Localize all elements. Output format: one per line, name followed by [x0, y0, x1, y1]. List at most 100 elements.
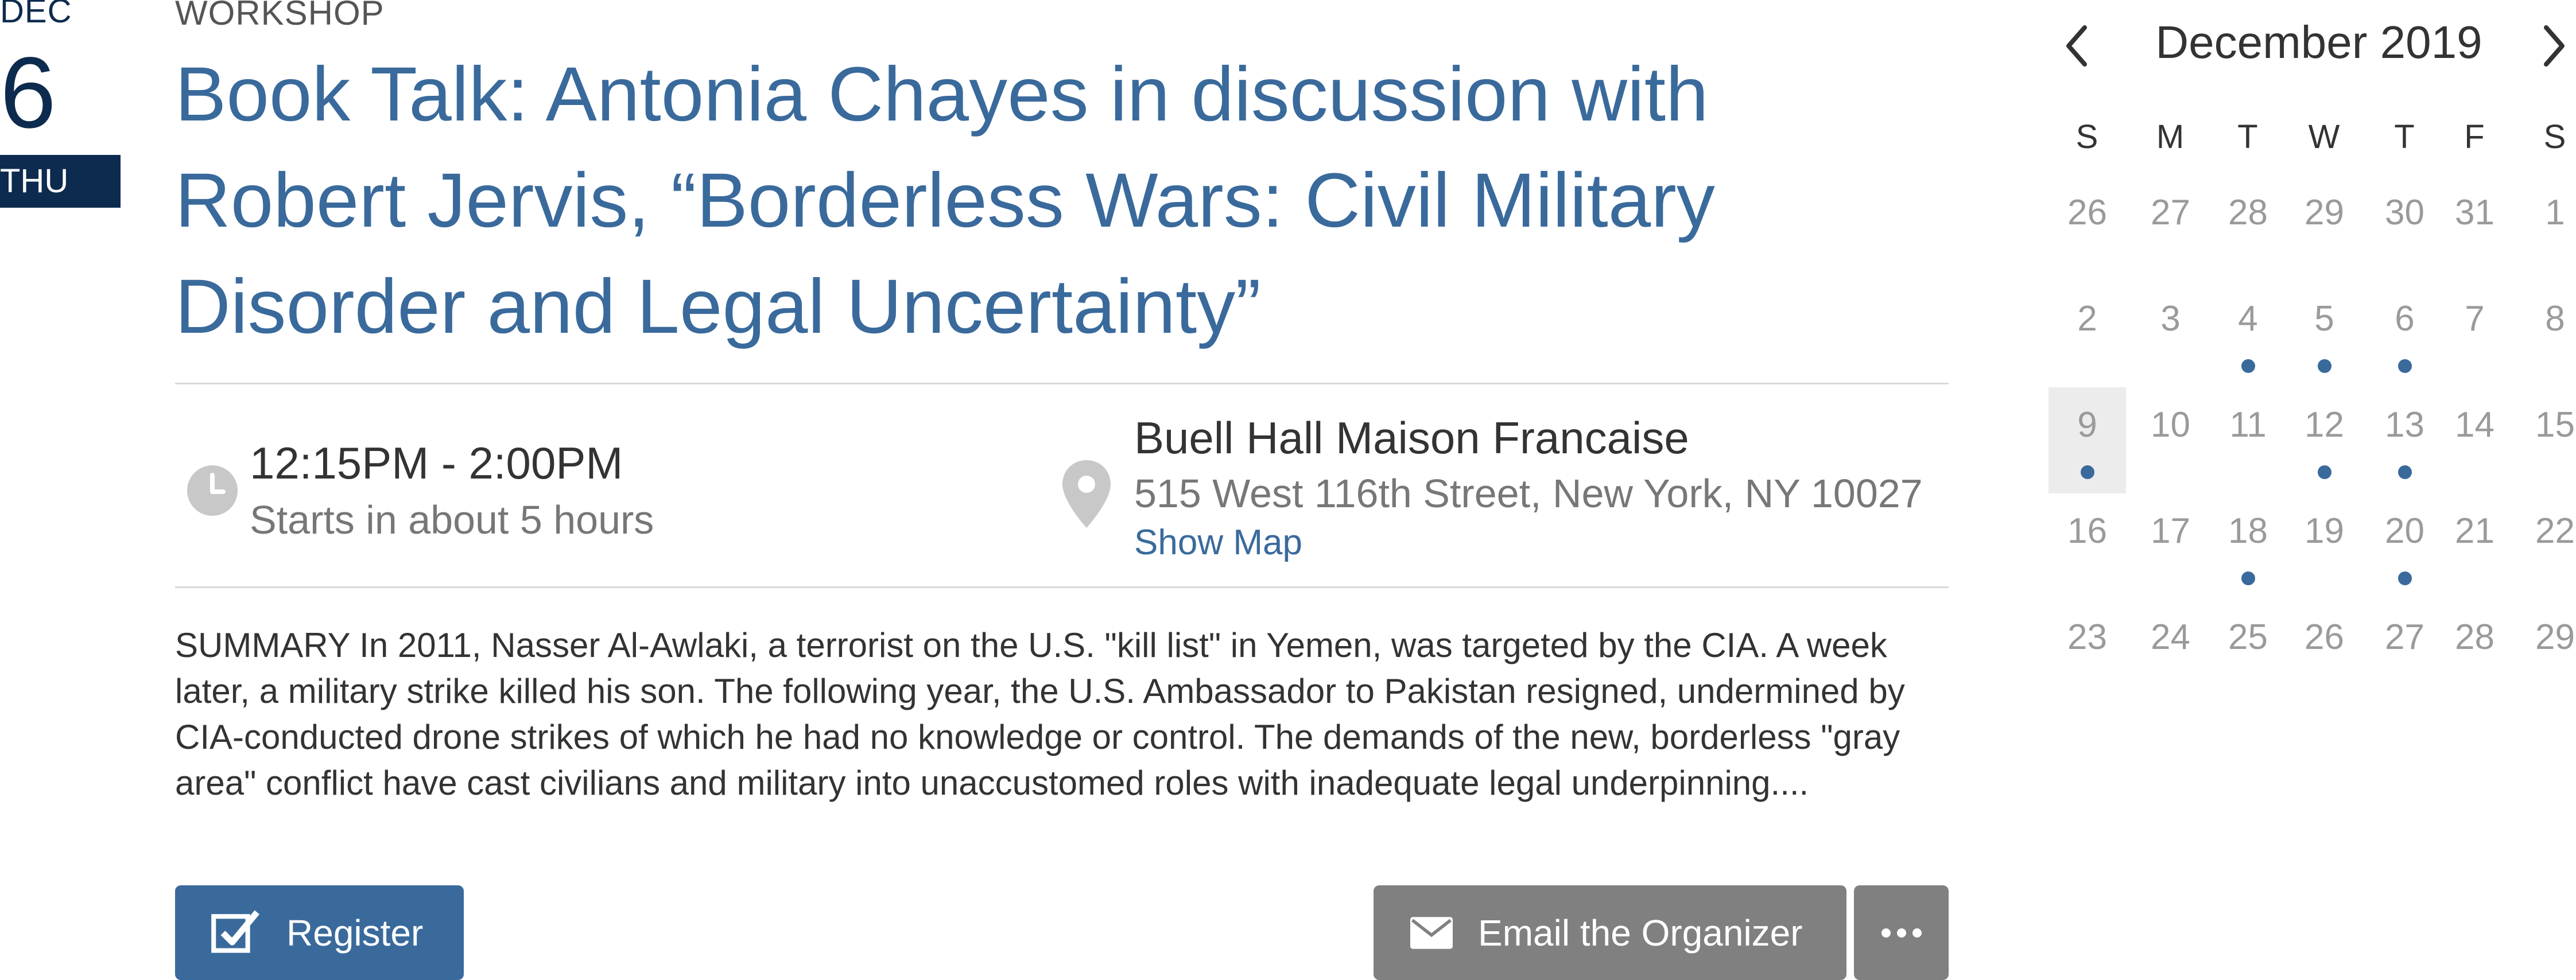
calendar-weekday: T [2394, 118, 2415, 155]
show-map-link[interactable]: Show Map [1134, 522, 1302, 563]
calendar-day-number: 18 [2228, 511, 2268, 551]
calendar-day[interactable]: 31 [2436, 175, 2513, 281]
event-weekday: THU [0, 155, 121, 208]
calendar-day[interactable]: 12 [2286, 387, 2363, 493]
email-label: Email the Organizer [1478, 912, 1803, 954]
calendar-day[interactable]: 14 [2436, 387, 2513, 493]
calendar-day-number: 25 [2228, 617, 2268, 657]
calendar-day[interactable]: 2 [2049, 281, 2126, 387]
calendar-day[interactable]: 30 [2366, 175, 2443, 281]
more-dots-icon [1881, 928, 1922, 938]
calendar-day-number: 9 [2077, 405, 2097, 445]
calendar-day[interactable]: 29 [2286, 175, 2363, 281]
calendar-day[interactable]: 6 [2366, 281, 2443, 387]
calendar-day-number: 1 [2545, 193, 2565, 232]
calendar-day[interactable]: 10 [2132, 387, 2209, 493]
calendar-day-number: 5 [2314, 299, 2334, 339]
envelope-icon [1410, 916, 1453, 949]
calendar-day[interactable]: 1 [2516, 175, 2576, 281]
clock-icon [187, 465, 238, 516]
calendar-day[interactable]: 9 [2049, 387, 2126, 493]
calendar-day-number: 21 [2455, 511, 2494, 551]
event-indicator-dot [2398, 571, 2412, 585]
calendar-day[interactable]: 25 [2209, 600, 2287, 706]
calendar-day-number: 13 [2385, 405, 2424, 445]
calendar-day-number: 20 [2385, 511, 2424, 551]
calendar-day-number: 10 [2151, 405, 2190, 445]
calendar-day-number: 22 [2535, 511, 2575, 551]
calendar-day[interactable]: 8 [2516, 281, 2576, 387]
calendar-day[interactable]: 28 [2209, 175, 2287, 281]
calendar-day-number: 8 [2545, 299, 2565, 339]
calendar-day-number: 12 [2305, 405, 2344, 445]
event-venue: Buell Hall Maison Francaise [1134, 413, 1689, 463]
calendar-day[interactable]: 16 [2049, 493, 2126, 600]
event-time-relative: Starts in about 5 hours [250, 497, 654, 542]
event-indicator-dot [2398, 465, 2412, 479]
calendar-day[interactable]: 17 [2132, 493, 2209, 600]
calendar-weekday: F [2464, 118, 2485, 155]
calendar-weekday: S [2543, 118, 2566, 155]
calendar-day-number: 30 [2385, 193, 2424, 232]
calendar-day-number: 4 [2238, 299, 2258, 339]
checkbox-icon [211, 910, 259, 953]
calendar-day[interactable]: 21 [2436, 493, 2513, 600]
calendar-day[interactable]: 26 [2286, 600, 2363, 706]
calendar-day-number: 3 [2160, 299, 2181, 339]
calendar-day[interactable]: 7 [2436, 281, 2513, 387]
event-indicator-dot [2081, 465, 2094, 479]
calendar-prev-chevron-icon[interactable] [2061, 23, 2095, 69]
calendar-weekday: T [2237, 118, 2258, 155]
calendar-day-number: 14 [2455, 405, 2494, 445]
calendar-weekday: M [2156, 118, 2185, 155]
calendar-day[interactable]: 15 [2516, 387, 2576, 493]
more-options-button[interactable] [1854, 885, 1949, 980]
calendar-day-number: 29 [2535, 617, 2575, 657]
calendar-day[interactable]: 3 [2132, 281, 2209, 387]
event-indicator-dot [2241, 359, 2255, 373]
calendar-day[interactable]: 11 [2209, 387, 2287, 493]
calendar-weekday: W [2308, 118, 2340, 155]
calendar-day-number: 2 [2077, 299, 2097, 339]
event-month: DEC [0, 0, 72, 30]
calendar-day-number: 31 [2455, 193, 2494, 232]
event-summary: SUMMARY In 2011, Nasser Al-Awlaki, a ter… [175, 626, 1905, 802]
event-time-range: 12:15PM - 2:00PM [250, 438, 623, 488]
calendar-day-number: 29 [2305, 193, 2344, 232]
calendar-day[interactable]: 4 [2209, 281, 2287, 387]
calendar-day[interactable]: 13 [2366, 387, 2443, 493]
calendar-day-number: 23 [2067, 617, 2107, 657]
calendar-day[interactable]: 5 [2286, 281, 2363, 387]
event-indicator-dot [2318, 359, 2331, 373]
event-category: WORKSHOP [175, 0, 385, 32]
calendar-day[interactable]: 22 [2516, 493, 2576, 600]
calendar-next-chevron-icon[interactable] [2536, 23, 2570, 69]
event-indicator-dot [2241, 571, 2255, 585]
event-address: 515 West 116th Street, New York, NY 1002… [1134, 471, 1923, 516]
calendar-day[interactable]: 18 [2209, 493, 2287, 600]
calendar-day-number: 27 [2151, 193, 2190, 232]
register-button[interactable]: Register [175, 885, 464, 980]
calendar-day[interactable]: 19 [2286, 493, 2363, 600]
event-title: Book Talk: Antonia Chayes in discussion … [175, 52, 1715, 349]
calendar-day[interactable]: 29 [2516, 600, 2576, 706]
calendar-day[interactable]: 24 [2132, 600, 2209, 706]
calendar-day-number: 15 [2535, 405, 2575, 445]
email-organizer-button[interactable]: Email the Organizer [1374, 885, 1846, 980]
calendar-day-number: 7 [2465, 299, 2485, 339]
calendar-day-number: 11 [2229, 405, 2267, 445]
calendar-month-title: December 2019 [2155, 17, 2482, 68]
calendar-day-number: 24 [2151, 617, 2190, 657]
calendar-weekday: S [2075, 118, 2098, 155]
calendar-day[interactable]: 20 [2366, 493, 2443, 600]
divider-bottom [175, 586, 1949, 588]
calendar-day-number: 17 [2151, 511, 2190, 551]
divider-top [175, 383, 1949, 384]
calendar-day[interactable]: 27 [2366, 600, 2443, 706]
calendar-day[interactable]: 28 [2436, 600, 2513, 706]
register-label: Register [286, 912, 424, 954]
calendar-day[interactable]: 27 [2132, 175, 2209, 281]
calendar-day[interactable]: 26 [2049, 175, 2126, 281]
calendar-day-number: 28 [2455, 617, 2494, 657]
calendar-day[interactable]: 23 [2049, 600, 2126, 706]
